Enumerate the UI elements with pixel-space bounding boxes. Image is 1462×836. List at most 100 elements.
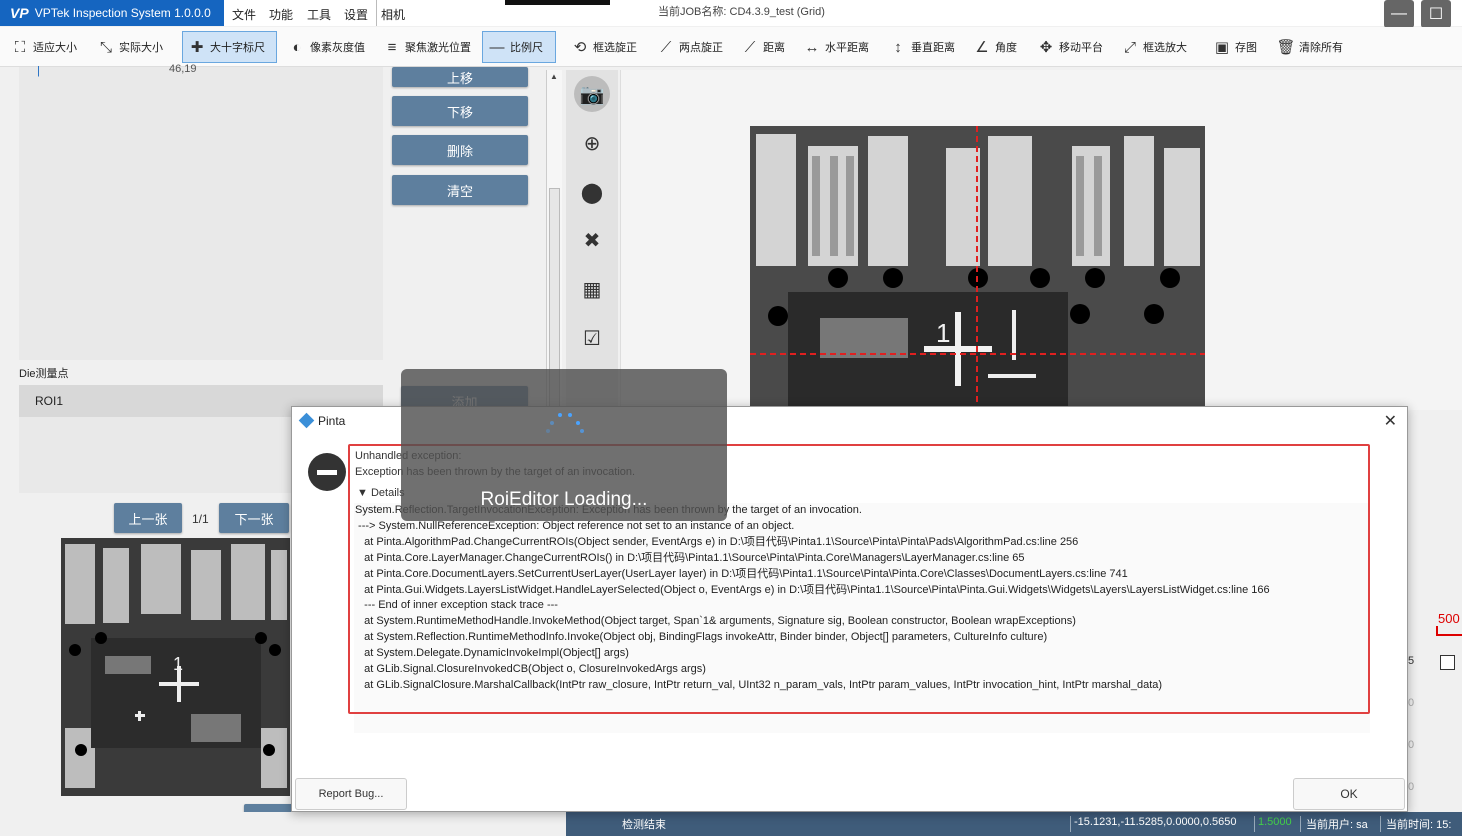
laser-focus-label: 聚焦激光位置 xyxy=(405,42,471,54)
vertical-toolbar: 📷 ⊕ ⬤ ✖ ▦ ☑ xyxy=(566,70,618,410)
title-drag-handle xyxy=(505,0,610,5)
save-image-icon: ▣ xyxy=(1214,39,1230,56)
left-panel-scrollbar[interactable]: ▲ xyxy=(546,70,562,410)
pixel-gray-label: 像素灰度值 xyxy=(310,42,365,54)
tools-icon: ✖ xyxy=(583,229,601,252)
move-stage-button[interactable]: ✥ 移动平台 xyxy=(1032,31,1107,63)
app-title-badge: VP VPTek Inspection System 1.0.0.0 xyxy=(0,0,224,26)
loading-overlay: RoiEditor Loading... xyxy=(401,369,727,521)
thumbnail-die-number: 1 xyxy=(173,654,183,674)
rotate-box-button[interactable]: ⟲ 框选旋正 xyxy=(566,31,641,63)
status-divider xyxy=(1380,816,1381,832)
list-marker: | xyxy=(37,65,40,77)
grid-setup-tool-button[interactable]: ⊕ xyxy=(574,125,610,161)
contrast-icon: ◐ xyxy=(292,38,302,56)
status-divider xyxy=(1254,816,1255,832)
camera-tool-button[interactable]: 📷 xyxy=(574,76,610,112)
prev-image-button[interactable]: 上一张 xyxy=(114,503,182,533)
angle-button[interactable]: ∠ 角度 xyxy=(968,31,1021,63)
scale-bar-button[interactable]: — 比例尺 xyxy=(482,31,556,63)
menu-file[interactable]: 文件 xyxy=(232,6,256,23)
crosshair-ruler-button[interactable]: ✚ 大十字标尺 xyxy=(182,31,277,63)
checklist-tool-button[interactable]: ☑ xyxy=(574,320,610,356)
horizontal-distance-label: 水平距离 xyxy=(825,42,869,54)
die-measurement-label: Die测量点 xyxy=(19,368,69,380)
save-image-button[interactable]: ▣ 存图 xyxy=(1208,31,1261,63)
dialog-title: Pinta xyxy=(318,414,346,428)
wafer-graphic: 1 xyxy=(750,126,1205,410)
page-indicator: 1/1 xyxy=(192,512,209,526)
scale-bar-value: 500 xyxy=(1438,611,1460,626)
side-value-2: 0 xyxy=(1408,739,1415,751)
vertical-distance-icon: ↕ xyxy=(894,38,902,56)
thumbnail-image[interactable]: 1 xyxy=(61,538,290,796)
next-image-button[interactable]: 下一张 xyxy=(219,503,289,533)
status-speed: 1.5000 xyxy=(1258,816,1292,828)
fit-size-icon: ⛶ xyxy=(14,38,26,56)
status-bar xyxy=(0,812,1462,836)
pixel-gray-button[interactable]: ◐ 像素灰度值 xyxy=(283,31,369,63)
ok-button[interactable]: OK xyxy=(1293,778,1405,810)
move-up-label: 上移 xyxy=(446,71,473,86)
angle-label: 角度 xyxy=(995,42,1017,54)
vertical-distance-label: 垂直距离 xyxy=(911,42,955,54)
scale-bar-icon: — xyxy=(489,38,505,56)
title-bar: VP VPTek Inspection System 1.0.0.0 文件 功能… xyxy=(0,0,1462,28)
side-row-digit: 5 xyxy=(1408,655,1415,667)
status-divider xyxy=(1300,816,1301,832)
maximize-button[interactable]: ☐ xyxy=(1421,0,1451,28)
clear-all-label: 清除所有 xyxy=(1299,42,1343,54)
menu-settings[interactable]: 设置 xyxy=(344,6,368,23)
minimize-icon: — xyxy=(1391,5,1407,22)
wafer-map-tool-button[interactable]: ⬤ xyxy=(574,174,610,210)
side-value-1: 0 xyxy=(1408,697,1415,709)
ruler-icon: ⟋ xyxy=(744,38,756,56)
minimize-button[interactable]: — xyxy=(1384,0,1414,28)
move-down-button[interactable]: 下移 xyxy=(392,96,528,126)
move-up-button[interactable]: 上移 xyxy=(392,67,528,87)
loading-text: RoiEditor Loading... xyxy=(480,489,648,510)
rotate-box-label: 框选旋正 xyxy=(593,42,637,54)
crosshair-icon: ✚ xyxy=(190,39,204,56)
menu-camera[interactable]: 相机 xyxy=(381,6,405,23)
image-stats-icon: ▦ xyxy=(582,278,602,301)
fit-size-button[interactable]: ⛶ 适应大小 xyxy=(6,31,81,63)
menu-function[interactable]: 功能 xyxy=(269,6,293,23)
roi-item-label: ROI1 xyxy=(35,394,64,408)
thumbnail-graphic: 1 xyxy=(61,538,290,796)
toolbar: ⛶ 适应大小 ⤡ 实际大小 ✚ 大十字标尺 ◐ 像素灰度值 ≡ 聚焦激光位置 — 比例尺 ⟲… xyxy=(0,27,1462,67)
side-checkbox[interactable] xyxy=(1440,655,1455,670)
two-point-rotate-icon: ⟋ xyxy=(660,38,672,56)
scroll-up-icon[interactable]: ▲ xyxy=(550,72,558,81)
rotate-box-icon: ⟲ xyxy=(573,39,587,56)
distance-label: 距离 xyxy=(763,42,785,54)
wafer-map-icon: ⬤ xyxy=(580,181,604,204)
clear-all-button[interactable]: 🗑 清除所有 xyxy=(1272,31,1347,63)
two-point-rotate-button[interactable]: ⟋ 两点旋正 xyxy=(652,31,727,63)
dialog-close-button[interactable]: ✕ xyxy=(1384,411,1397,431)
actual-size-button[interactable]: ⤡ 实际大小 xyxy=(92,31,167,63)
actual-size-label: 实际大小 xyxy=(119,42,163,54)
loading-spinner-icon xyxy=(544,409,584,433)
report-bug-button[interactable]: Report Bug... xyxy=(295,778,407,810)
image-stats-tool-button[interactable]: ▦ xyxy=(574,271,610,307)
two-point-rotate-label: 两点旋正 xyxy=(679,42,723,54)
delete-button[interactable]: 删除 xyxy=(392,135,528,165)
scale-bar-label: 比例尺 xyxy=(510,42,543,54)
horizontal-distance-button[interactable]: ↔ 水平距离 xyxy=(798,31,873,63)
error-icon xyxy=(308,453,346,491)
save-image-label: 存图 xyxy=(1235,42,1257,54)
clear-button[interactable]: 清空 xyxy=(392,175,528,205)
distance-button[interactable]: ⟋ 距离 xyxy=(736,31,789,63)
measurement-list-panel: | 46,19 xyxy=(19,63,383,360)
tools-tool-button[interactable]: ✖ xyxy=(574,222,610,258)
trash-icon: 🗑 xyxy=(1276,39,1296,56)
status-coordinates: -15.1231,-11.5285,0.0000,0.5650 xyxy=(1074,816,1237,828)
wafer-image[interactable]: 1 xyxy=(750,126,1205,410)
vertical-distance-button[interactable]: ↕ 垂直距离 xyxy=(884,31,959,63)
zoom-box-button[interactable]: ⤢ 框选放大 xyxy=(1116,31,1191,63)
status-message: 检测结束 xyxy=(622,819,666,831)
laser-focus-button[interactable]: ≡ 聚焦激光位置 xyxy=(378,31,475,63)
close-icon: ✕ xyxy=(1383,413,1397,430)
menu-tools[interactable]: 工具 xyxy=(307,6,331,23)
